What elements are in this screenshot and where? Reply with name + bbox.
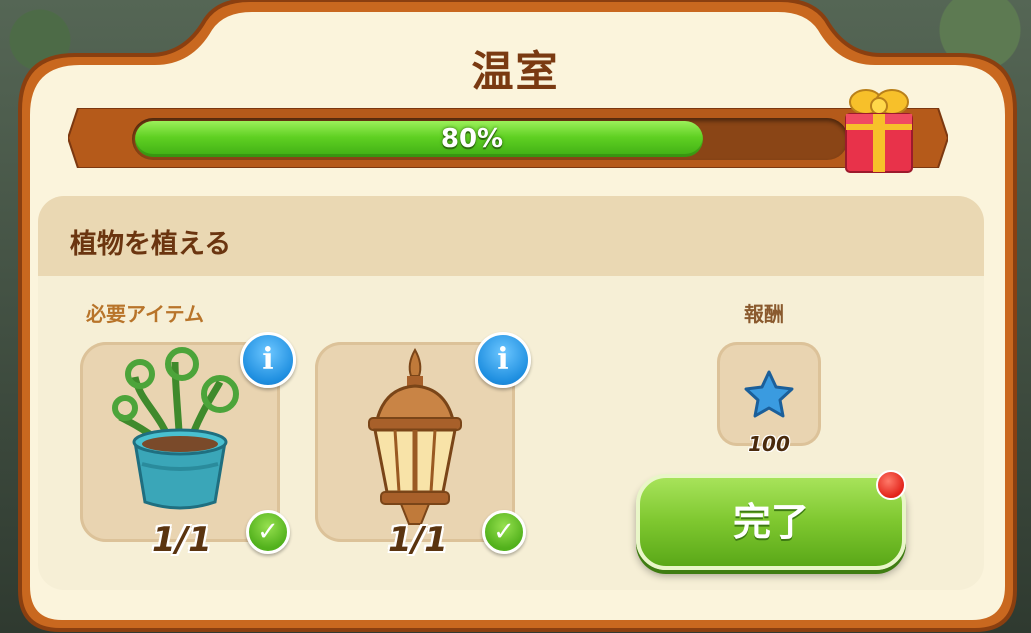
blue-star-icon bbox=[744, 370, 794, 418]
reward-label: 報酬 bbox=[744, 302, 784, 326]
info-button[interactable]: i bbox=[240, 332, 296, 388]
check-icon: ✓ bbox=[246, 510, 290, 554]
required-items-label: 必要アイテム bbox=[86, 302, 204, 326]
reward-amount: 100 bbox=[748, 432, 790, 456]
check-icon: ✓ bbox=[482, 510, 526, 554]
item-count: 1/1 bbox=[388, 520, 448, 560]
reward-card bbox=[717, 342, 821, 446]
gift-box-icon[interactable] bbox=[838, 78, 920, 178]
progress-label: 80% bbox=[440, 124, 504, 154]
notification-dot bbox=[876, 470, 906, 500]
task-title: 植物を植える bbox=[70, 229, 232, 260]
info-button[interactable]: i bbox=[475, 332, 531, 388]
complete-button[interactable]: 完了 bbox=[636, 474, 906, 570]
item-count: 1/1 bbox=[152, 520, 212, 560]
quest-panel: 温室 80% 植物を植える 必要アイテム 報酬 i 1/1 ✓ i 1/1 ✓ … bbox=[0, 0, 1031, 633]
